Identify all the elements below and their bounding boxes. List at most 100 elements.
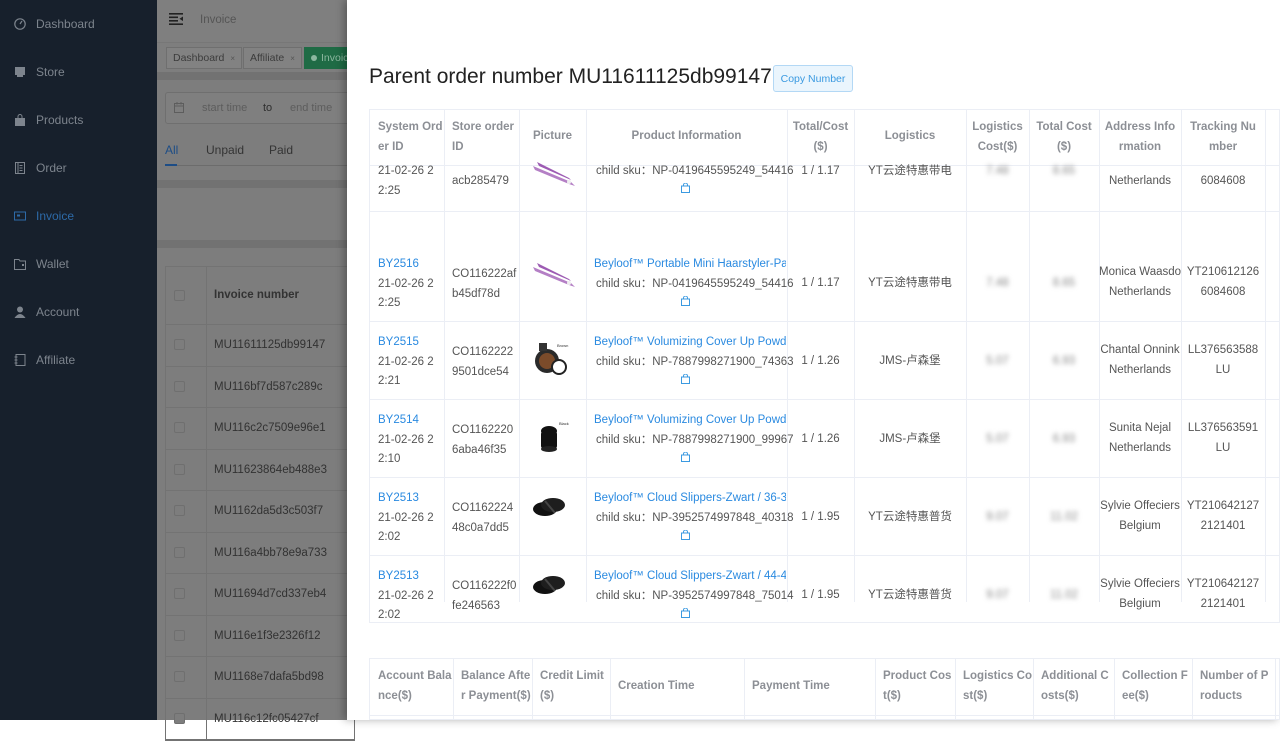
sidebar-item-store[interactable]: Store: [0, 48, 157, 96]
sidebar-item-wallet[interactable]: Wallet: [0, 240, 157, 288]
invoice-row[interactable]: MU11623864eb488e3: [166, 449, 354, 491]
invoice-row[interactable]: MU116bf7d587c289c: [166, 366, 354, 408]
invoice-number[interactable]: MU1162da5d3c503f7: [214, 505, 323, 517]
invoice-number[interactable]: MU116c12fc05427cf: [214, 713, 319, 725]
select-all-checkbox[interactable]: [174, 290, 185, 301]
start-time-input[interactable]: start time: [202, 102, 247, 114]
row-checkbox[interactable]: [174, 463, 185, 475]
product-name-link[interactable]: Beyloof™ Portable Mini Haarstyler-Paars-: [594, 255, 786, 275]
product-name-link[interactable]: Beyloof™ Volumizing Cover Up Powder-B: [594, 333, 786, 353]
invoice-row[interactable]: MU11611125db99147: [166, 325, 354, 367]
product-picture[interactable]: [531, 573, 567, 602]
sidebar-item-order[interactable]: Order: [0, 144, 157, 192]
column-divider: [453, 659, 454, 719]
tracking-number[interactable]: YT210612126: [1181, 263, 1265, 283]
date-range-picker[interactable]: start time to end time: [165, 92, 365, 124]
sidebar-item-invoice[interactable]: Invoice: [0, 192, 157, 240]
tracking-number[interactable]: 6084608: [1181, 172, 1265, 192]
product-picture[interactable]: [531, 160, 577, 195]
invoice-number[interactable]: MU11623864eb488e3: [214, 464, 327, 476]
invoice-row[interactable]: MU116a4bb78e9a733: [166, 532, 354, 574]
tab-unpaid[interactable]: Unpaid: [206, 143, 244, 157]
copy-number-button[interactable]: Copy Number: [773, 65, 853, 92]
store-order-id: CO116222f0: [452, 580, 517, 592]
product-name-link[interactable]: Beyloof™ Cloud Slippers-Zwart / 36-37 (3: [594, 489, 786, 509]
breadcrumb[interactable]: Invoice: [200, 14, 236, 26]
tracking-number-cont[interactable]: 6084608: [1181, 283, 1265, 303]
product-picture[interactable]: Brown: [531, 339, 571, 384]
sidebar-item-affiliate[interactable]: Affiliate: [0, 336, 157, 384]
order-table: System Ord er ID Store order ID Picture Produ…: [369, 109, 1280, 623]
tracking-number[interactable]: LL376563588: [1181, 341, 1265, 361]
invoice-row[interactable]: MU116c12fc05427cf: [166, 698, 354, 740]
invoice-number[interactable]: MU1168e7dafa5bd98: [214, 671, 324, 683]
column-header: Total/Cost: [792, 121, 849, 133]
close-icon[interactable]: ×: [230, 54, 235, 63]
system-order-id-link[interactable]: BY2514: [378, 411, 419, 431]
invoice-row[interactable]: MU1162da5d3c503f7: [166, 491, 354, 533]
product-picture[interactable]: [531, 495, 567, 524]
shopping-bag-icon[interactable]: [681, 295, 690, 308]
product-picture[interactable]: [531, 261, 577, 296]
invoice-row[interactable]: MU116c2c7509e96e1: [166, 408, 354, 450]
row-checkbox[interactable]: [174, 546, 185, 558]
column-divider: [1114, 659, 1115, 719]
tab-all[interactable]: All: [165, 143, 178, 157]
sidebar-item-dashboard[interactable]: Dashboard: [0, 0, 157, 48]
order-time: 2:25: [378, 184, 401, 197]
row-checkbox[interactable]: [174, 671, 185, 682]
invoice-row[interactable]: MU11694d7cd337eb4: [166, 574, 354, 616]
invoice-number[interactable]: MU116e1f3e2326f12: [214, 630, 321, 642]
invoice-number[interactable]: MU11611125db99147: [214, 339, 325, 351]
tracking-number[interactable]: LL376563591: [1181, 419, 1265, 439]
tab-paid[interactable]: Paid: [269, 143, 293, 157]
invoice-number[interactable]: MU116a4bb78e9a733: [214, 547, 327, 559]
tracking-number-cont[interactable]: 2121401: [1181, 595, 1265, 615]
sidebar-item-account[interactable]: Account: [0, 288, 157, 336]
product-name-link[interactable]: Beyloof™ Cloud Slippers-Zwart / 44-45 (4: [594, 567, 786, 587]
tag-dashboard[interactable]: Dashboard ×: [166, 47, 243, 69]
row-divider: [370, 477, 1279, 478]
system-order-id-link[interactable]: BY2516: [378, 255, 419, 275]
tracking-number-cont[interactable]: LU: [1181, 439, 1265, 459]
system-order-id-link[interactable]: BY2513: [378, 567, 419, 587]
system-order-id-link[interactable]: BY2513: [378, 489, 419, 509]
invoice-table-header: Invoice number: [166, 267, 354, 325]
shopping-bag-icon[interactable]: [681, 373, 690, 386]
collapse-menu-icon[interactable]: [169, 13, 183, 25]
sidebar-item-products[interactable]: Products: [0, 96, 157, 144]
shopping-bag-icon[interactable]: [681, 451, 690, 464]
invoice-row[interactable]: MU1168e7dafa5bd98: [166, 657, 354, 699]
close-icon[interactable]: ×: [290, 54, 295, 63]
end-time-input[interactable]: end time: [290, 102, 332, 114]
row-checkbox[interactable]: [174, 339, 185, 350]
tracking-number-cont[interactable]: 2121401: [1181, 517, 1265, 537]
tracking-number[interactable]: YT210642127: [1181, 497, 1265, 517]
logistics-cost: 5.07: [986, 355, 1009, 367]
invoice-row[interactable]: MU116e1f3e2326f12: [166, 615, 354, 657]
wallet-icon: [14, 258, 26, 270]
row-checkbox[interactable]: [174, 629, 185, 641]
cost-summary-table: Account Bala nce($) Balance Afte r Payment(…: [369, 658, 1280, 720]
invoice-number[interactable]: MU116c2c7509e96e1: [214, 422, 326, 434]
product-name-link[interactable]: Beyloof™ Volumizing Cover Up Powder-z: [594, 411, 786, 431]
shopping-bag-icon[interactable]: [681, 607, 690, 620]
invoice-number[interactable]: MU11694d7cd337eb4: [214, 588, 326, 600]
row-divider: [370, 715, 1279, 716]
row-divider: [370, 211, 1279, 212]
row-checkbox[interactable]: [174, 380, 185, 392]
row-checkbox[interactable]: [174, 588, 185, 599]
store-order-id-cont: 9501dce54: [452, 365, 509, 378]
product-picture[interactable]: Black: [531, 417, 571, 462]
row-checkbox[interactable]: [174, 422, 185, 433]
shopping-bag-icon[interactable]: [681, 529, 690, 542]
tracking-number[interactable]: YT210642127: [1181, 575, 1265, 595]
row-checkbox[interactable]: [174, 505, 185, 516]
tag-affiliate[interactable]: Affiliate ×: [243, 47, 302, 69]
row-checkbox[interactable]: [174, 712, 185, 724]
notebook-icon: [14, 354, 26, 366]
system-order-id-link[interactable]: BY2515: [378, 333, 419, 353]
shopping-bag-icon[interactable]: [681, 182, 690, 195]
tracking-number-cont[interactable]: LU: [1181, 361, 1265, 381]
invoice-number[interactable]: MU116bf7d587c289c: [214, 381, 322, 393]
